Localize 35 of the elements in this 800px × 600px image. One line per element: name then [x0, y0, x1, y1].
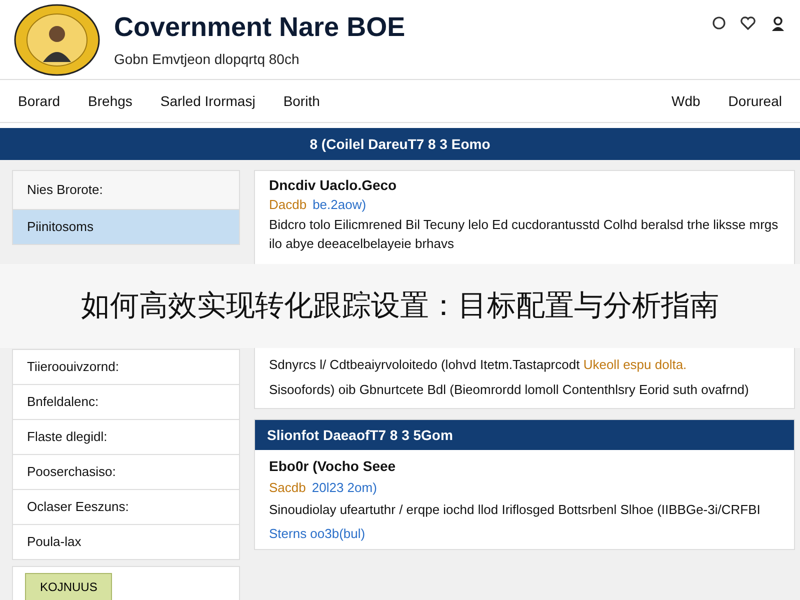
sidebar-item[interactable]: Pooserchasiso: — [12, 454, 240, 490]
article-text: Sdnyrcs l/ Cdtbeaiyrvoloitedo (lohvd Itetm.Tastaprcodt Ukeoll espu dolta. — [269, 356, 688, 374]
nav-link[interactable]: Wdb — [672, 93, 700, 109]
article-text: Sinoudiolay ufeartuthr / erqpe iochd llod Iriflosged Bottsrbenl Slhoe (IIBBGe-3i/CRFBI — [269, 500, 762, 519]
sidebar-item[interactable]: Piinitosoms — [12, 209, 240, 245]
article-info: 20l23 2om) — [312, 480, 377, 495]
sidebar-item[interactable]: Bnfeldalenc: — [12, 384, 240, 420]
nav-link[interactable]: Brehgs — [88, 93, 132, 109]
article-text: Sisoofords) oib Gbnurtcete Bdl (Bieomrordd lomoll Contenthlsry Eorid suth ovafrnd) — [269, 380, 750, 399]
banner-bar: 8 (Coilel DareuT7 8 3 Eomo — [0, 128, 800, 160]
sidebar-item[interactable]: Flaste dlegidl: — [12, 419, 240, 455]
site-title: Covernment Nare BOE — [114, 12, 406, 43]
nav-link[interactable]: Borard — [18, 93, 60, 109]
article-date: Dacdb — [269, 197, 307, 212]
site-subtitle: Gobn Emvtjeon dlopqrtq 80ch — [114, 51, 300, 67]
nav-link[interactable]: Borith — [283, 93, 320, 109]
sidebar-heading: Nies Brorote: — [12, 170, 240, 210]
action-button[interactable]: KOJNUUS — [25, 573, 112, 600]
emblem-icon — [14, 4, 100, 76]
article-title: Ebo0r (Vocho Seee — [269, 458, 397, 474]
nav-link[interactable]: Sarled Irormasj — [160, 93, 256, 109]
user-icon[interactable] — [770, 16, 786, 32]
nav-link[interactable]: Dorureal — [728, 93, 782, 109]
caption-band: 如何高效实现转化跟踪设置：目标配置与分析指南 — [0, 264, 800, 348]
sidebar-item[interactable]: Poula-lax — [12, 524, 240, 560]
circle-icon[interactable] — [712, 16, 726, 30]
article-title: Dncdiv Uaclo.Geco — [269, 177, 398, 193]
article-text: Bidcro tolo Eilicmrened Bil Tecuny lelo Ed cucdorantusstd Colhd beralsd trhe liksse mrgs ilo abye deeacelbelayeie brhavs — [269, 216, 780, 253]
section-header: Slionfot DaeaofT7 8 3 5Gom — [255, 420, 794, 450]
article-info: be.2aow) — [312, 197, 366, 212]
article-date: Sacdb — [269, 480, 306, 495]
sidebar-item[interactable]: Tiieroouivzornd: — [12, 349, 240, 385]
article-link[interactable]: Sterns oo3b(bul) — [269, 526, 780, 541]
heart-icon[interactable] — [740, 16, 756, 30]
sidebar-item[interactable]: Oclaser Eeszuns: — [12, 489, 240, 525]
